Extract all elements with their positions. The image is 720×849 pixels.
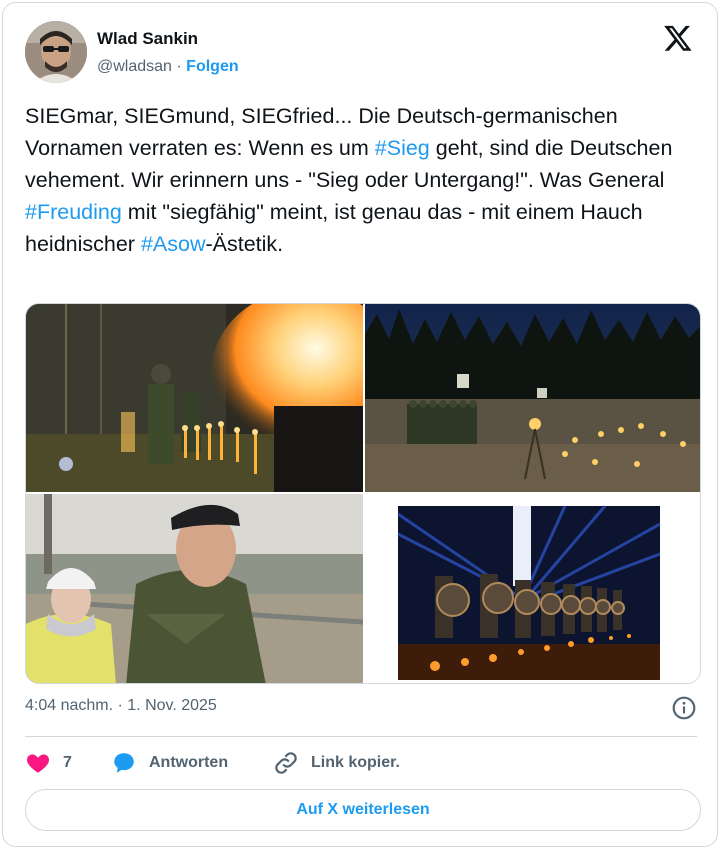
follow-link[interactable]: Folgen <box>186 58 238 75</box>
media-photo-4[interactable] <box>365 494 700 683</box>
media-photo-1[interactable] <box>26 304 363 492</box>
meta-separator: · <box>113 697 128 714</box>
heart-icon <box>27 754 49 773</box>
copy-link-label: Link kopier. <box>311 754 400 771</box>
handle-separator: · <box>171 58 187 75</box>
avatar[interactable] <box>25 21 87 83</box>
author-name[interactable]: Wlad Sankin <box>97 29 198 49</box>
tweet-text-segment: -Ästetik. <box>205 232 284 256</box>
hashtag-link[interactable]: #Sieg <box>375 136 430 160</box>
author-handle-row: @wladsan · Folgen <box>97 58 239 76</box>
media-grid <box>25 303 701 684</box>
tweet-time: 4:04 nachm. <box>25 697 114 714</box>
info-icon[interactable] <box>671 695 697 721</box>
reply-bubble-icon <box>114 753 134 773</box>
tweet-header: Wlad Sankin @wladsan · Folgen <box>25 21 699 85</box>
copy-link-button[interactable]: Link kopier. <box>273 748 400 778</box>
author-handle[interactable]: @wladsan <box>97 58 172 75</box>
action-bar: 7 Antworten Link kopier. <box>25 748 625 780</box>
x-logo-icon[interactable] <box>663 23 695 55</box>
media-photo-2[interactable] <box>365 304 700 492</box>
tweet-card: Wlad Sankin @wladsan · Folgen SIEGmar, S… <box>2 2 718 847</box>
like-button[interactable]: 7 <box>25 748 72 778</box>
tweet-date: 1. Nov. 2025 <box>127 697 217 714</box>
like-count: 7 <box>63 754 72 771</box>
read-more-button[interactable]: Auf X weiterlesen <box>25 789 701 831</box>
hashtag-link[interactable]: #Freuding <box>25 200 122 224</box>
hashtag-link[interactable]: #Asow <box>141 232 206 256</box>
reply-label: Antworten <box>149 754 229 771</box>
media-photo-3[interactable] <box>26 494 363 683</box>
link-icon <box>275 752 297 774</box>
reply-button[interactable]: Antworten <box>111 748 228 778</box>
tweet-timestamp[interactable]: 4:04 nachm. · 1. Nov. 2025 <box>25 697 217 715</box>
tweet-text: SIEGmar, SIEGmund, SIEGfried... Die Deut… <box>25 100 697 260</box>
divider <box>25 736 697 737</box>
